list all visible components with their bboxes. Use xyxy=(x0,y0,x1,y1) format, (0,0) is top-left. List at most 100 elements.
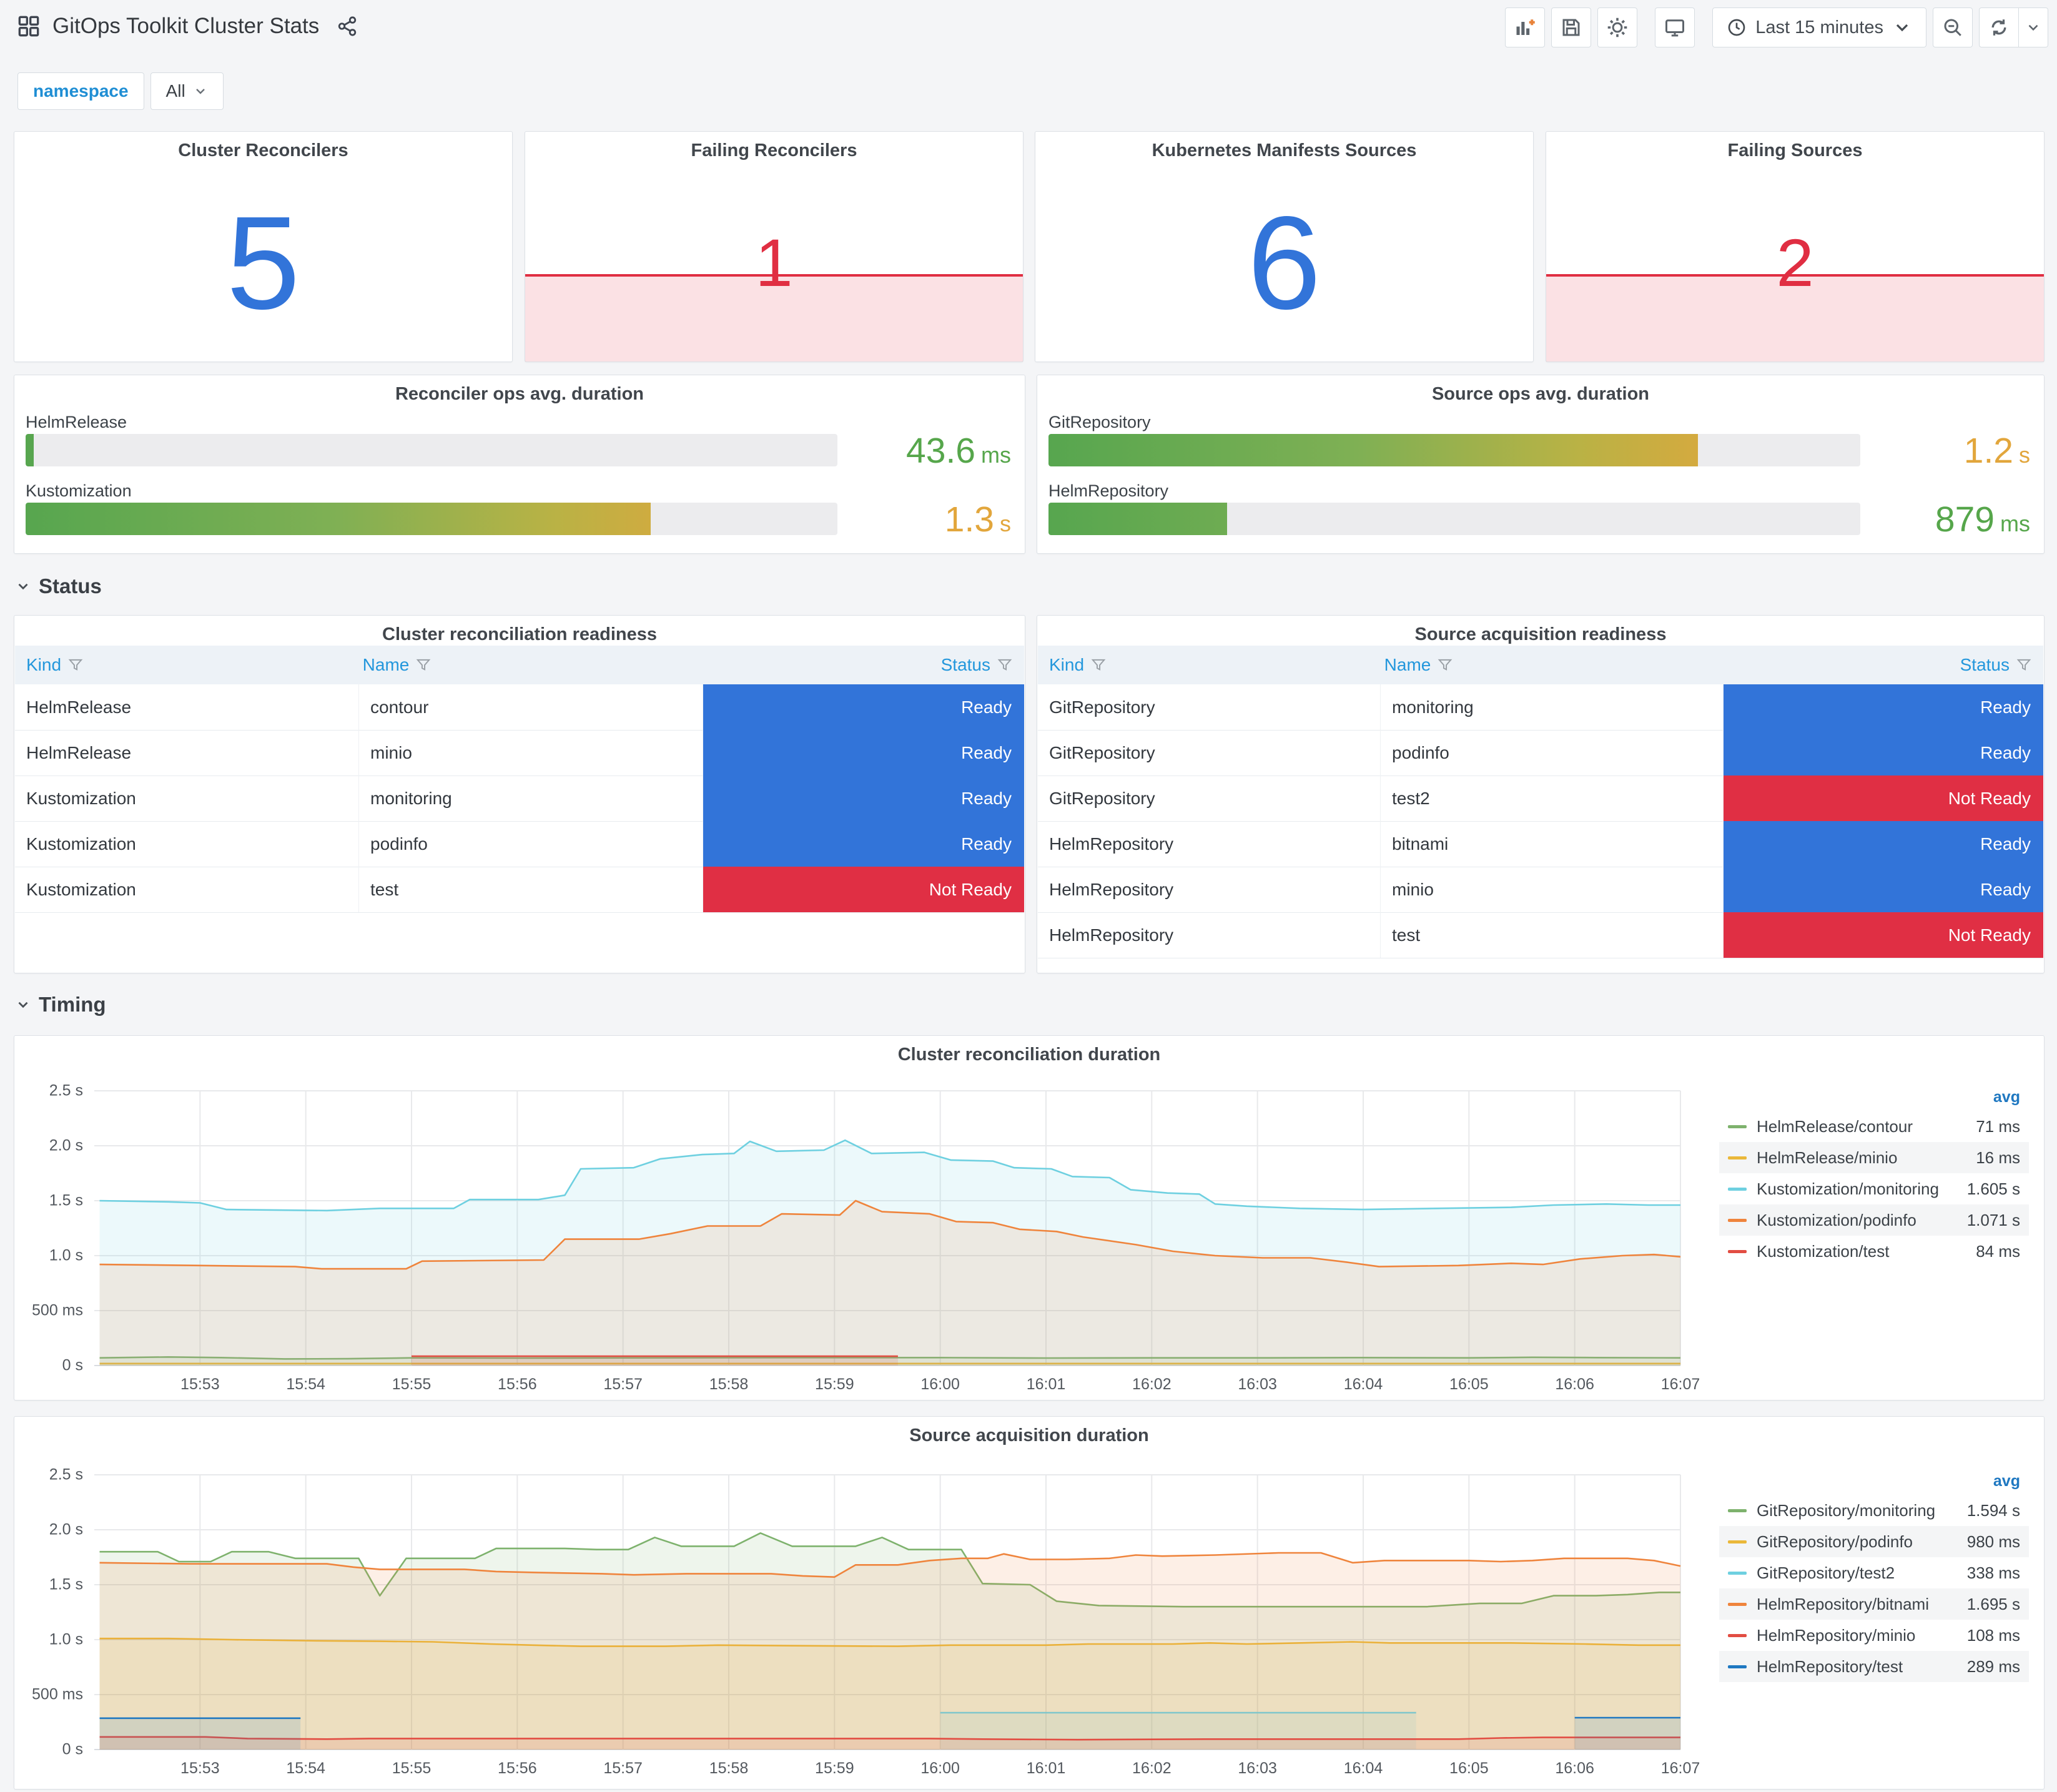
cell-name: monitoring xyxy=(359,775,703,821)
legend-item[interactable]: HelmRepository/bitnami 1.695 s xyxy=(1719,1588,2029,1620)
chevron-down-icon xyxy=(18,583,28,590)
x-axis-tick-label: 15:57 xyxy=(603,1760,643,1777)
status-cell: Ready xyxy=(1724,821,2043,867)
column-header-name[interactable]: Name xyxy=(1373,646,1709,684)
panel-title[interactable]: Reconciler ops avg. duration xyxy=(14,384,1025,405)
legend-item[interactable]: Kustomization/test 84 ms xyxy=(1719,1236,2029,1267)
cell-name: podinfo xyxy=(359,821,703,867)
refresh-button[interactable] xyxy=(1979,7,2019,47)
legend-item[interactable]: GitRepository/test2 338 ms xyxy=(1719,1557,2029,1588)
gauge-label: GitRepository xyxy=(1048,413,1151,431)
filter-funnel-icon[interactable] xyxy=(1090,657,1107,673)
legend-item[interactable]: HelmRelease/minio 16 ms xyxy=(1719,1142,2029,1173)
series-name: GitRepository/monitoring xyxy=(1757,1500,1936,1520)
x-axis-tick-label: 15:57 xyxy=(603,1376,643,1393)
timeseries-panel-source-acquisition: Source acquisition duration 0 s 500 ms 1.0 … xyxy=(14,1416,2045,1790)
column-header-name[interactable]: Name xyxy=(352,646,688,684)
column-header-status[interactable]: Status xyxy=(1708,646,2043,684)
legend-avg-header[interactable]: avg xyxy=(1719,1467,2029,1495)
chevron-down-icon xyxy=(1896,24,1908,32)
table-row: GitRepository monitoring Ready xyxy=(1038,684,2043,731)
column-header-kind[interactable]: Kind xyxy=(15,646,352,684)
section-timing-toggle[interactable]: Timing xyxy=(15,993,106,1017)
panel-title[interactable]: Cluster reconciliation readiness xyxy=(14,624,1025,645)
panel-title[interactable]: Source ops avg. duration xyxy=(1037,384,2044,405)
panel-title[interactable]: Source acquisition readiness xyxy=(1037,624,2044,645)
time-range-picker[interactable]: Last 15 minutes xyxy=(1712,7,1926,47)
cell-kind: HelmRepository xyxy=(1038,821,1381,867)
legend-item[interactable]: Kustomization/podinfo 1.071 s xyxy=(1719,1204,2029,1236)
gauge-value: 879 ms xyxy=(1935,500,2030,539)
filter-funnel-icon[interactable] xyxy=(1437,657,1453,673)
panel-title[interactable]: Failing Reconcilers xyxy=(525,140,1023,161)
legend-avg-header[interactable]: avg xyxy=(1719,1083,2029,1111)
dashboard-header: GitOps Toolkit Cluster Stats Last 15 min… xyxy=(0,0,2057,55)
status-cell: Ready xyxy=(1724,684,2043,730)
legend-item[interactable]: GitRepository/podinfo 980 ms xyxy=(1719,1526,2029,1557)
apps-grid-icon[interactable] xyxy=(16,14,41,39)
save-icon xyxy=(1562,19,1580,36)
legend-item[interactable]: HelmRepository/minio 108 ms xyxy=(1719,1620,2029,1651)
page-title[interactable]: GitOps Toolkit Cluster Stats xyxy=(52,14,319,39)
x-axis-tick-label: 16:05 xyxy=(1449,1376,1489,1393)
gauge-track xyxy=(1048,434,1860,466)
chevron-down-icon xyxy=(2028,24,2038,31)
table-row: HelmRepository bitnami Ready xyxy=(1038,821,2043,867)
cell-name: monitoring xyxy=(1381,684,1724,730)
legend-item[interactable]: HelmRepository/test 289 ms xyxy=(1719,1651,2029,1682)
zoom-out-button[interactable] xyxy=(1933,7,1973,47)
column-header-label: Name xyxy=(1384,655,1431,674)
cell-name: podinfo xyxy=(1381,730,1724,775)
dashboard-settings-button[interactable] xyxy=(1597,7,1638,47)
gauge-track xyxy=(26,503,837,535)
status-cell: Not Ready xyxy=(1724,912,2043,958)
status-badge: Ready xyxy=(703,730,1024,775)
share-icon[interactable] xyxy=(337,16,358,37)
panel-title[interactable]: Failing Sources xyxy=(1546,140,2044,161)
y-axis-tick-label: 2.0 s xyxy=(49,1520,83,1538)
stat-value: 5 xyxy=(226,188,300,337)
cell-kind: HelmRelease xyxy=(15,730,359,775)
legend-item[interactable]: GitRepository/monitoring 1.594 s xyxy=(1719,1495,2029,1526)
cell-name: test2 xyxy=(1381,775,1724,821)
filter-funnel-icon[interactable] xyxy=(67,657,84,673)
legend-item[interactable]: Kustomization/monitoring 1.605 s xyxy=(1719,1173,2029,1204)
panel-title[interactable]: Kubernetes Manifests Sources xyxy=(1035,140,1533,161)
series-name: Kustomization/monitoring xyxy=(1757,1179,1939,1198)
filter-funnel-icon[interactable] xyxy=(415,657,432,673)
variable-value-text: All xyxy=(165,81,185,101)
gauge-fill xyxy=(1048,503,1227,535)
y-axis-tick-label: 500 ms xyxy=(32,1685,83,1703)
add-panel-button[interactable] xyxy=(1505,7,1546,47)
status-badge: Ready xyxy=(1724,867,2043,912)
series-name: Kustomization/test xyxy=(1757,1241,1890,1261)
save-dashboard-button[interactable] xyxy=(1551,7,1592,47)
x-axis-tick-label: 16:02 xyxy=(1132,1376,1172,1393)
status-badge: Not Ready xyxy=(703,867,1024,912)
filter-funnel-icon[interactable] xyxy=(2016,657,2032,673)
filter-funnel-icon[interactable] xyxy=(997,657,1013,673)
panel-title[interactable]: Cluster Reconcilers xyxy=(14,140,512,161)
series-color-swatch xyxy=(1728,1509,1747,1512)
series-color-swatch xyxy=(1728,1249,1747,1253)
section-status-toggle[interactable]: Status xyxy=(15,574,102,598)
y-axis-tick-label: 2.0 s xyxy=(49,1136,83,1154)
variable-namespace-value-dropdown[interactable]: All xyxy=(150,72,224,110)
gear-icon xyxy=(1607,17,1627,37)
x-axis-tick-label: 16:06 xyxy=(1555,1376,1594,1393)
x-axis-tick-label: 15:56 xyxy=(498,1760,537,1777)
cell-kind: HelmRepository xyxy=(1038,912,1381,958)
column-header-kind[interactable]: Kind xyxy=(1038,646,1373,684)
section-timing-title: Timing xyxy=(39,993,106,1016)
status-badge: Not Ready xyxy=(1724,912,2043,958)
kiosk-tv-button[interactable] xyxy=(1655,7,1695,47)
add-panel-icon xyxy=(1516,19,1536,35)
table-row: HelmRelease contour Ready xyxy=(15,684,1024,731)
column-header-status[interactable]: Status xyxy=(688,646,1024,684)
status-badge: Ready xyxy=(703,775,1024,821)
legend-item[interactable]: HelmRelease/contour 71 ms xyxy=(1719,1111,2029,1142)
refresh-interval-dropdown[interactable] xyxy=(2019,7,2048,47)
series-avg-value: 84 ms xyxy=(1976,1241,2020,1261)
variable-namespace-label[interactable]: namespace xyxy=(17,72,144,110)
stat-panel-failing-sources: Failing Sources 2 xyxy=(1546,131,2045,362)
